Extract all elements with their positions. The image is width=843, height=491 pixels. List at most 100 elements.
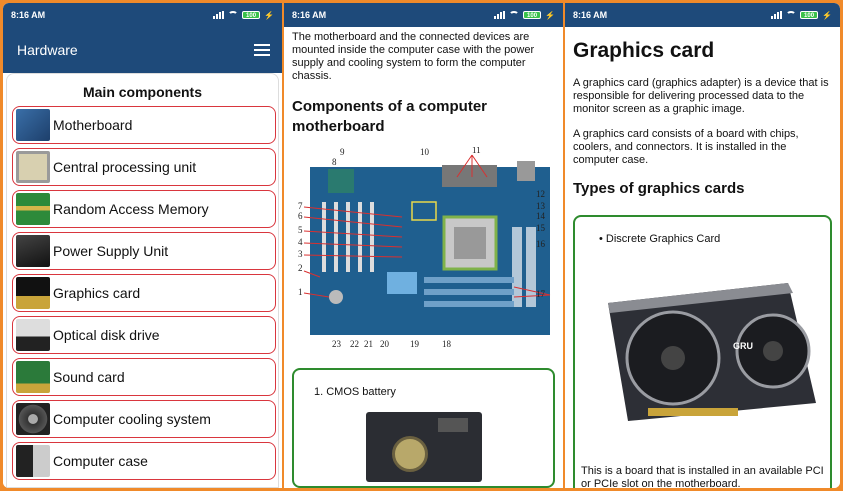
list-item[interactable]: Computer cooling system [12, 400, 276, 438]
pci-slot [346, 202, 350, 272]
section-heading: Types of graphics cards [573, 180, 745, 197]
graphics-card-screen: 8:16 AM 100 ⚡ Graphics card A graphics c… [565, 3, 840, 488]
computer-case-icon [16, 445, 50, 477]
diagram-label: 12 [536, 189, 545, 199]
list-item[interactable]: Computer case [12, 442, 276, 480]
cmos-battery [329, 290, 343, 304]
list-item[interactable]: Power Supply Unit [12, 232, 276, 270]
hardware-list-screen: 8:16 AM 100 ⚡ Hardware Main components M… [3, 3, 282, 488]
signal-icon [213, 11, 225, 19]
list-item-label: Power Supply Unit [53, 243, 169, 259]
battery-icon: 100 [800, 11, 819, 19]
diagram-label: 14 [536, 211, 546, 221]
card-item: 1. CMOS battery [314, 386, 396, 398]
diagram-label: 15 [536, 223, 546, 233]
list-item-label: Random Access Memory [53, 201, 209, 217]
status-icons: 100 ⚡ [213, 11, 274, 20]
list-item[interactable]: Central processing unit [12, 148, 276, 186]
charging-icon: ⚡ [822, 10, 832, 20]
chipset-heatsink [387, 272, 417, 294]
diagram-label: 20 [380, 339, 390, 349]
ram-slot-row [424, 289, 514, 295]
list-item-label: Central processing unit [53, 159, 197, 175]
wifi-icon [509, 11, 520, 19]
gpu-pcie-connector [647, 408, 738, 416]
list-item[interactable]: Sound card [12, 358, 276, 396]
pci-slot [322, 202, 326, 272]
graphics-content[interactable]: Graphics card A graphics card (graphics … [565, 27, 840, 488]
graphics-card-photo: GRU [607, 283, 816, 421]
battery-icon: 100 [242, 11, 261, 19]
diagram-label: 7 [298, 201, 303, 211]
diagram-label: 16 [536, 239, 546, 249]
motherboard-content[interactable]: The motherboard and the connected device… [284, 27, 563, 488]
charging-icon: ⚡ [264, 10, 274, 20]
diagram-label: 23 [332, 339, 342, 349]
diagram-label: 5 [298, 225, 303, 235]
components-list: Main components Motherboard Central proce… [6, 73, 279, 488]
page-title: Graphics card [573, 39, 715, 62]
diagram-label: 6 [298, 211, 303, 221]
motherboard-icon [16, 109, 50, 141]
board-part [437, 418, 468, 432]
status-bar: 8:16 AM 100 ⚡ [3, 3, 282, 27]
list-item[interactable]: Optical disk drive [12, 316, 276, 354]
list-heading: Main components [82, 84, 202, 100]
list-item[interactable]: Random Access Memory [12, 190, 276, 228]
list-item-label: Computer case [53, 453, 148, 469]
motherboard-screen: 8:16 AM 100 ⚡ The motherboard and the co… [284, 3, 563, 488]
list-item-label: Optical disk drive [53, 327, 160, 343]
motherboard-diagram: 123456789 10 11121314151617181920212223 [298, 145, 551, 349]
cooling-fan-icon [16, 403, 50, 435]
optical-drive-icon [16, 319, 50, 351]
diagram-label: 18 [442, 339, 452, 349]
status-time: 8:16 AM [292, 10, 327, 20]
pci-slot [334, 202, 338, 272]
status-time: 8:16 AM [573, 10, 608, 20]
list-item-label: Sound card [53, 369, 125, 385]
ram-icon [16, 193, 50, 225]
status-time: 8:16 AM [11, 10, 46, 20]
status-icons: 100 ⚡ [771, 11, 832, 20]
cmos-battery-photo [365, 412, 482, 482]
diagram-label: 10 [420, 147, 430, 157]
list-items: Motherboard Central processing unit Random… [7, 106, 278, 480]
wifi-icon [228, 11, 239, 19]
list-item-label: Motherboard [53, 117, 133, 133]
app-bar: Hardware [3, 27, 282, 73]
sound-card-icon [16, 361, 50, 393]
list-item-label: Graphics card [53, 285, 141, 301]
ram-slot-row [424, 277, 514, 283]
diagram-label: 19 [410, 339, 420, 349]
charging-icon: ⚡ [545, 10, 555, 20]
ram-slot [526, 227, 536, 307]
fan-hub [660, 346, 685, 370]
diagram-label: 9 [340, 147, 345, 157]
status-icons: 100 ⚡ [494, 11, 555, 20]
intro-text: The motherboard and the connected device… [292, 31, 535, 82]
diagram-label: 22 [350, 339, 359, 349]
board-chip [328, 169, 354, 193]
screenshot-frame: 8:16 AM 100 ⚡ Hardware Main components M… [3, 3, 840, 488]
diagram-label: 21 [364, 339, 373, 349]
fan-hub [762, 341, 783, 361]
diagram-label: 2 [298, 263, 303, 273]
bullet-text: Discrete Graphics Card [605, 233, 721, 245]
battery-icon: 100 [523, 11, 542, 19]
diagram-label: 3 [298, 249, 303, 259]
list-item-label: Computer cooling system [53, 411, 211, 427]
wifi-icon [786, 11, 797, 19]
list-item[interactable]: Graphics card [12, 274, 276, 312]
diagram-label: 1 [298, 287, 303, 297]
section-heading: Components of a computer motherboard [292, 98, 488, 135]
menu-icon[interactable] [254, 44, 270, 56]
diagram-label: 8 [332, 157, 337, 167]
status-bar: 8:16 AM 100 ⚡ [284, 3, 563, 27]
gpu-brand: GRU [733, 341, 753, 351]
gpu-icon [16, 277, 50, 309]
diagram-label: 17 [536, 289, 546, 299]
app-title: Hardware [17, 42, 78, 58]
list-item[interactable]: Motherboard [12, 106, 276, 144]
pci-slot [370, 202, 374, 272]
paragraph: A graphics card (graphics adapter) is a … [573, 77, 829, 115]
